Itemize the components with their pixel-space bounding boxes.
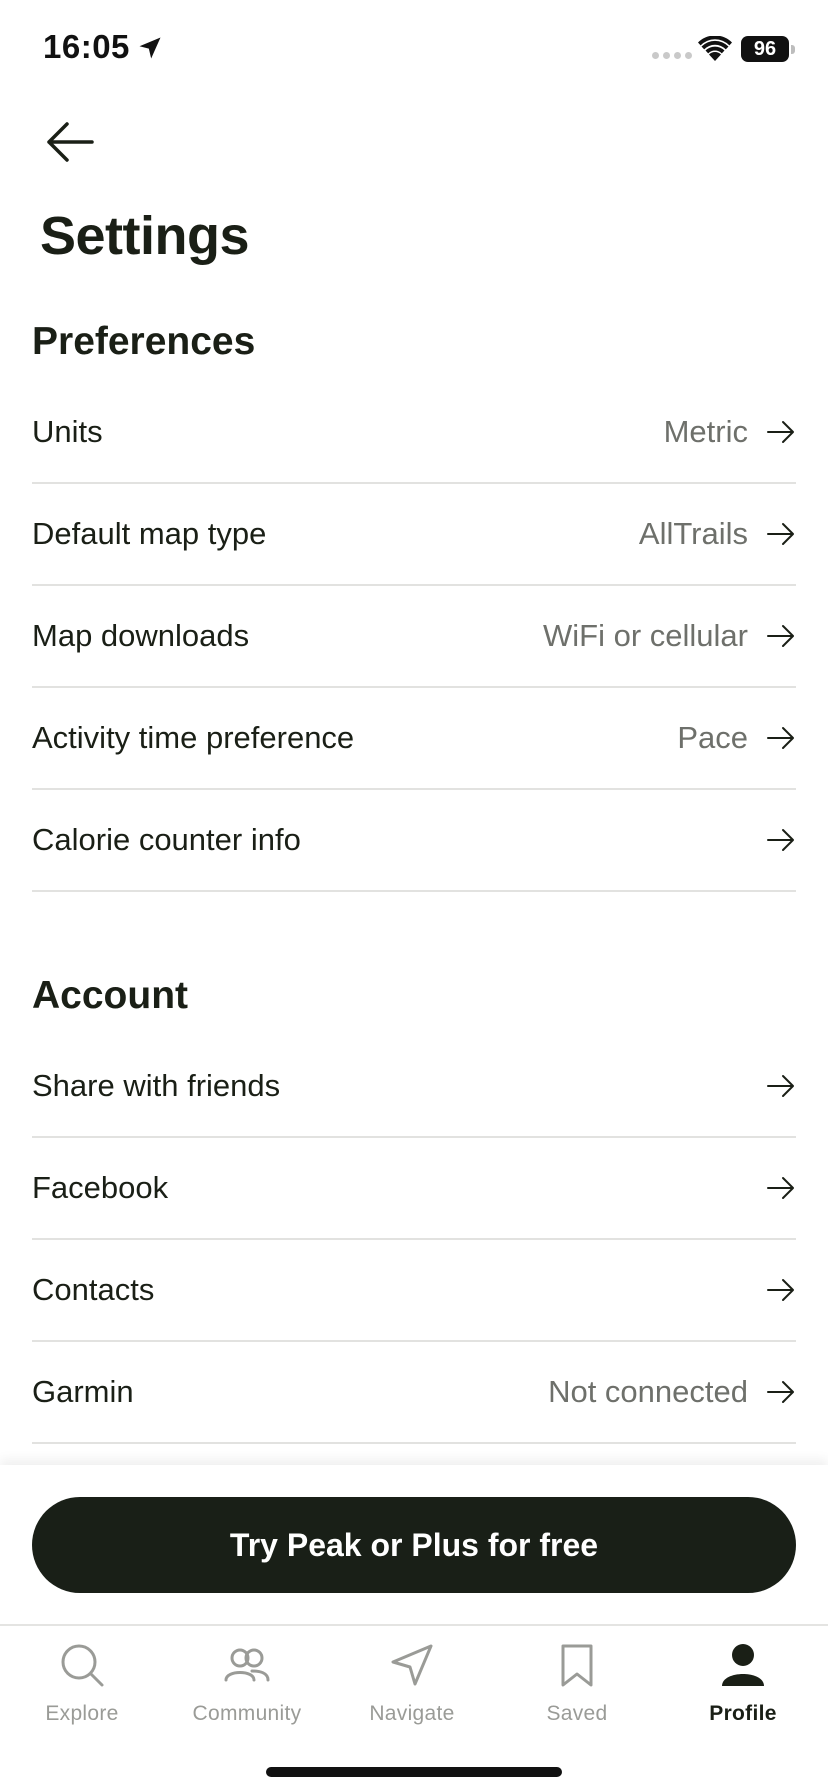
- profile-icon: [722, 1644, 764, 1686]
- people-icon: [224, 1648, 270, 1682]
- preferences-list: Units Metric Default map type AllTrails …: [32, 382, 796, 892]
- calorie-counter-info-row[interactable]: Calorie counter info: [32, 790, 796, 892]
- units-row[interactable]: Units Metric: [32, 382, 796, 484]
- contacts-row[interactable]: Contacts: [32, 1240, 796, 1342]
- tab-label: Community: [192, 1702, 302, 1725]
- row-value: Metric: [663, 414, 748, 449]
- arrow-right-icon: [767, 727, 794, 749]
- arrow-right-icon: [767, 421, 794, 443]
- row-value: Pace: [677, 720, 748, 755]
- row-label: Share with friends: [32, 1068, 281, 1103]
- facebook-row[interactable]: Facebook: [32, 1138, 796, 1240]
- map-downloads-row[interactable]: Map downloads WiFi or cellular: [32, 586, 796, 688]
- arrow-right-icon: [767, 523, 794, 545]
- wifi-icon: [698, 36, 732, 61]
- tab-explore[interactable]: Explore: [7, 1642, 157, 1742]
- tab-navigate[interactable]: Navigate: [337, 1642, 487, 1742]
- activity-time-preference-row[interactable]: Activity time preference Pace: [32, 688, 796, 790]
- arrow-right-icon: [767, 1381, 794, 1403]
- tab-label: Navigate: [369, 1702, 455, 1725]
- status-bar: 16:05 96: [0, 0, 828, 100]
- tab-label: Explore: [45, 1702, 119, 1725]
- account-heading: Account: [32, 974, 188, 1017]
- location-arrow-icon: [139, 37, 161, 59]
- row-label: Units: [32, 414, 103, 449]
- settings-screen: 16:05 96 Settings Preferences Units Metr…: [0, 0, 828, 1792]
- status-time: 16:05: [43, 28, 130, 65]
- row-value: AllTrails: [638, 516, 748, 551]
- tab-community[interactable]: Community: [172, 1642, 322, 1742]
- page-title: Settings: [40, 206, 250, 266]
- row-label: Facebook: [32, 1170, 169, 1205]
- row-value: WiFi or cellular: [543, 618, 748, 653]
- row-label: Calorie counter info: [32, 822, 301, 857]
- row-value: Not connected: [548, 1374, 748, 1409]
- battery-cap: [791, 45, 795, 54]
- row-label: Map downloads: [32, 618, 250, 653]
- upgrade-banner: Try Peak or Plus for free: [0, 1465, 828, 1625]
- arrow-right-icon: [767, 1279, 794, 1301]
- garmin-row[interactable]: Garmin Not connected: [32, 1342, 796, 1444]
- row-label: Garmin: [32, 1374, 134, 1409]
- row-label: Contacts: [32, 1272, 155, 1307]
- tab-label: Saved: [546, 1702, 608, 1725]
- battery-indicator: 96: [741, 36, 789, 62]
- row-label: Activity time preference: [32, 720, 355, 755]
- default-map-type-row[interactable]: Default map type AllTrails: [32, 484, 796, 586]
- share-with-friends-row[interactable]: Share with friends: [32, 1036, 796, 1138]
- row-label: Default map type: [32, 516, 267, 551]
- arrow-right-icon: [767, 1177, 794, 1199]
- navigate-icon: [391, 1644, 433, 1686]
- tab-label: Profile: [709, 1702, 777, 1725]
- tab-profile[interactable]: Profile: [668, 1642, 818, 1742]
- arrow-right-icon: [767, 1075, 794, 1097]
- back-button[interactable]: [40, 112, 100, 172]
- cellular-signal-icon: [652, 52, 692, 59]
- preferences-heading: Preferences: [32, 320, 256, 363]
- arrow-left-icon: [47, 122, 94, 162]
- arrow-right-icon: [767, 829, 794, 851]
- home-indicator: [266, 1767, 562, 1777]
- bookmark-icon: [561, 1644, 593, 1687]
- account-list: Share with friends Facebook Contacts Gar…: [32, 1036, 796, 1444]
- try-peak-or-plus-button[interactable]: Try Peak or Plus for free: [32, 1497, 796, 1593]
- search-icon: [61, 1644, 104, 1687]
- arrow-right-icon: [767, 625, 794, 647]
- tab-saved[interactable]: Saved: [502, 1642, 652, 1742]
